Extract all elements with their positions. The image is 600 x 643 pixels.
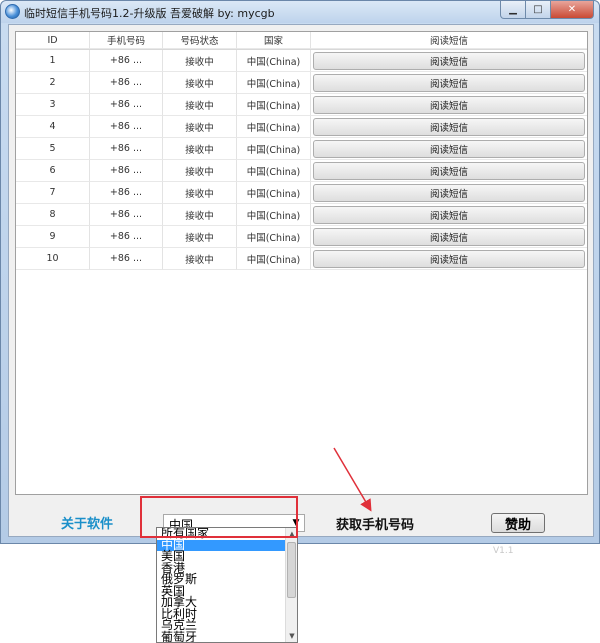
read-sms-button[interactable]: 阅读短信 xyxy=(313,249,585,268)
cell-status: 接收中 xyxy=(163,248,237,270)
cell-phone: +86 ... xyxy=(90,72,163,94)
cell-phone: +86 ... xyxy=(90,204,163,226)
table-row: 2 +86 ... 接收中 中国(China) 阅读短信 xyxy=(16,72,587,94)
cell-country: 中国(China) xyxy=(237,50,311,72)
table-header: ID 手机号码 号码状态 国家 阅读短信 xyxy=(16,32,587,50)
cell-id: 10 xyxy=(16,248,90,270)
table-row: 4 +86 ... 接收中 中国(China) 阅读短信 xyxy=(16,116,587,138)
read-sms-button[interactable]: 阅读短信 xyxy=(313,183,585,202)
cell-country: 中国(China) xyxy=(237,204,311,226)
cell-action: 阅读短信 xyxy=(311,204,587,226)
table-row: 3 +86 ... 接收中 中国(China) 阅读短信 xyxy=(16,94,587,116)
minimize-button[interactable]: ▁ xyxy=(500,1,526,19)
cell-country: 中国(China) xyxy=(237,72,311,94)
cell-action: 阅读短信 xyxy=(311,116,587,138)
cell-phone: +86 ... xyxy=(90,94,163,116)
cell-status: 接收中 xyxy=(163,50,237,72)
country-dropdown-list[interactable]: 所有国家 中国 美国 香港 俄罗斯 英国 加拿大 比利时 乌克兰 葡萄牙 ▲ ▼ xyxy=(156,527,298,643)
column-header-country: 国家 xyxy=(237,32,311,49)
read-sms-button[interactable]: 阅读短信 xyxy=(313,51,585,70)
cell-country: 中国(China) xyxy=(237,94,311,116)
read-sms-button[interactable]: 阅读短信 xyxy=(313,205,585,224)
cell-phone: +86 ... xyxy=(90,138,163,160)
sponsor-button[interactable]: 赞助 xyxy=(491,513,545,533)
cell-action: 阅读短信 xyxy=(311,138,587,160)
cell-phone: +86 ... xyxy=(90,182,163,204)
cell-action: 阅读短信 xyxy=(311,182,587,204)
annotation-arrow xyxy=(333,447,372,512)
close-button[interactable]: ✕ xyxy=(551,1,594,19)
table-row: 5 +86 ... 接收中 中国(China) 阅读短信 xyxy=(16,138,587,160)
dropdown-scrollbar[interactable]: ▲ ▼ xyxy=(285,528,297,642)
read-sms-button[interactable]: 阅读短信 xyxy=(313,95,585,114)
cell-action: 阅读短信 xyxy=(311,50,587,72)
read-sms-button[interactable]: 阅读短信 xyxy=(313,227,585,246)
table-row: 8 +86 ... 接收中 中国(China) 阅读短信 xyxy=(16,204,587,226)
cell-id: 1 xyxy=(16,50,90,72)
column-header-read-sms: 阅读短信 xyxy=(311,32,587,49)
cell-id: 7 xyxy=(16,182,90,204)
scroll-thumb[interactable] xyxy=(287,542,296,598)
dropdown-option[interactable]: 葡萄牙 xyxy=(157,631,285,642)
cell-country: 中国(China) xyxy=(237,226,311,248)
cell-id: 3 xyxy=(16,94,90,116)
cell-status: 接收中 xyxy=(163,72,237,94)
window-controls: ▁ □ ✕ xyxy=(500,1,594,19)
about-software-link[interactable]: 关于软件 xyxy=(61,513,113,532)
background-version-text: V1.1 xyxy=(493,546,514,556)
read-sms-button[interactable]: 阅读短信 xyxy=(313,161,585,180)
read-sms-button[interactable]: 阅读短信 xyxy=(313,139,585,158)
cell-action: 阅读短信 xyxy=(311,72,587,94)
cell-country: 中国(China) xyxy=(237,182,311,204)
cell-id: 4 xyxy=(16,116,90,138)
table-row: 1 +86 ... 接收中 中国(China) 阅读短信 xyxy=(16,50,587,72)
cell-action: 阅读短信 xyxy=(311,94,587,116)
column-header-id: ID xyxy=(16,32,90,49)
cell-phone: +86 ... xyxy=(90,160,163,182)
cell-id: 2 xyxy=(16,72,90,94)
column-header-status: 号码状态 xyxy=(163,32,237,49)
read-sms-button[interactable]: 阅读短信 xyxy=(313,73,585,92)
cell-id: 9 xyxy=(16,226,90,248)
cell-status: 接收中 xyxy=(163,160,237,182)
cell-country: 中国(China) xyxy=(237,160,311,182)
cell-action: 阅读短信 xyxy=(311,226,587,248)
column-header-phone: 手机号码 xyxy=(90,32,163,49)
annotation-highlight-box xyxy=(140,496,298,538)
cell-id: 6 xyxy=(16,160,90,182)
cell-phone: +86 ... xyxy=(90,116,163,138)
sms-number-table: ID 手机号码 号码状态 国家 阅读短信 1 +86 ... 接收中 中国(China… xyxy=(15,31,588,495)
dropdown-options: 所有国家 中国 美国 香港 俄罗斯 英国 加拿大 比利时 乌克兰 葡萄牙 xyxy=(157,528,297,642)
cell-id: 8 xyxy=(16,204,90,226)
cell-action: 阅读短信 xyxy=(311,248,587,270)
cell-action: 阅读短信 xyxy=(311,160,587,182)
scroll-down-icon[interactable]: ▼ xyxy=(286,630,297,642)
cell-status: 接收中 xyxy=(163,138,237,160)
cell-country: 中国(China) xyxy=(237,138,311,160)
cell-phone: +86 ... xyxy=(90,50,163,72)
client-area: ID 手机号码 号码状态 国家 阅读短信 1 +86 ... 接收中 中国(China… xyxy=(8,24,594,537)
title-bar[interactable]: 临时短信手机号码1.2-升级版 吾爱破解 by: mycgb ▁ □ ✕ xyxy=(1,1,599,23)
cell-country: 中国(China) xyxy=(237,116,311,138)
app-icon xyxy=(5,4,20,19)
table-row: 7 +86 ... 接收中 中国(China) 阅读短信 xyxy=(16,182,587,204)
cell-status: 接收中 xyxy=(163,226,237,248)
cell-status: 接收中 xyxy=(163,116,237,138)
table-row: 9 +86 ... 接收中 中国(China) 阅读短信 xyxy=(16,226,587,248)
window-title: 临时短信手机号码1.2-升级版 吾爱破解 by: mycgb xyxy=(24,7,275,20)
maximize-button[interactable]: □ xyxy=(526,1,551,19)
cell-status: 接收中 xyxy=(163,204,237,226)
read-sms-button[interactable]: 阅读短信 xyxy=(313,117,585,136)
cell-status: 接收中 xyxy=(163,182,237,204)
cell-country: 中国(China) xyxy=(237,248,311,270)
table-row: 6 +86 ... 接收中 中国(China) 阅读短信 xyxy=(16,160,587,182)
cell-status: 接收中 xyxy=(163,94,237,116)
cell-phone: +86 ... xyxy=(90,226,163,248)
cell-id: 5 xyxy=(16,138,90,160)
table-row: 10 +86 ... 接收中 中国(China) 阅读短信 xyxy=(16,248,587,270)
cell-phone: +86 ... xyxy=(90,248,163,270)
app-window: 临时短信手机号码1.2-升级版 吾爱破解 by: mycgb ▁ □ ✕ ID … xyxy=(0,0,600,544)
